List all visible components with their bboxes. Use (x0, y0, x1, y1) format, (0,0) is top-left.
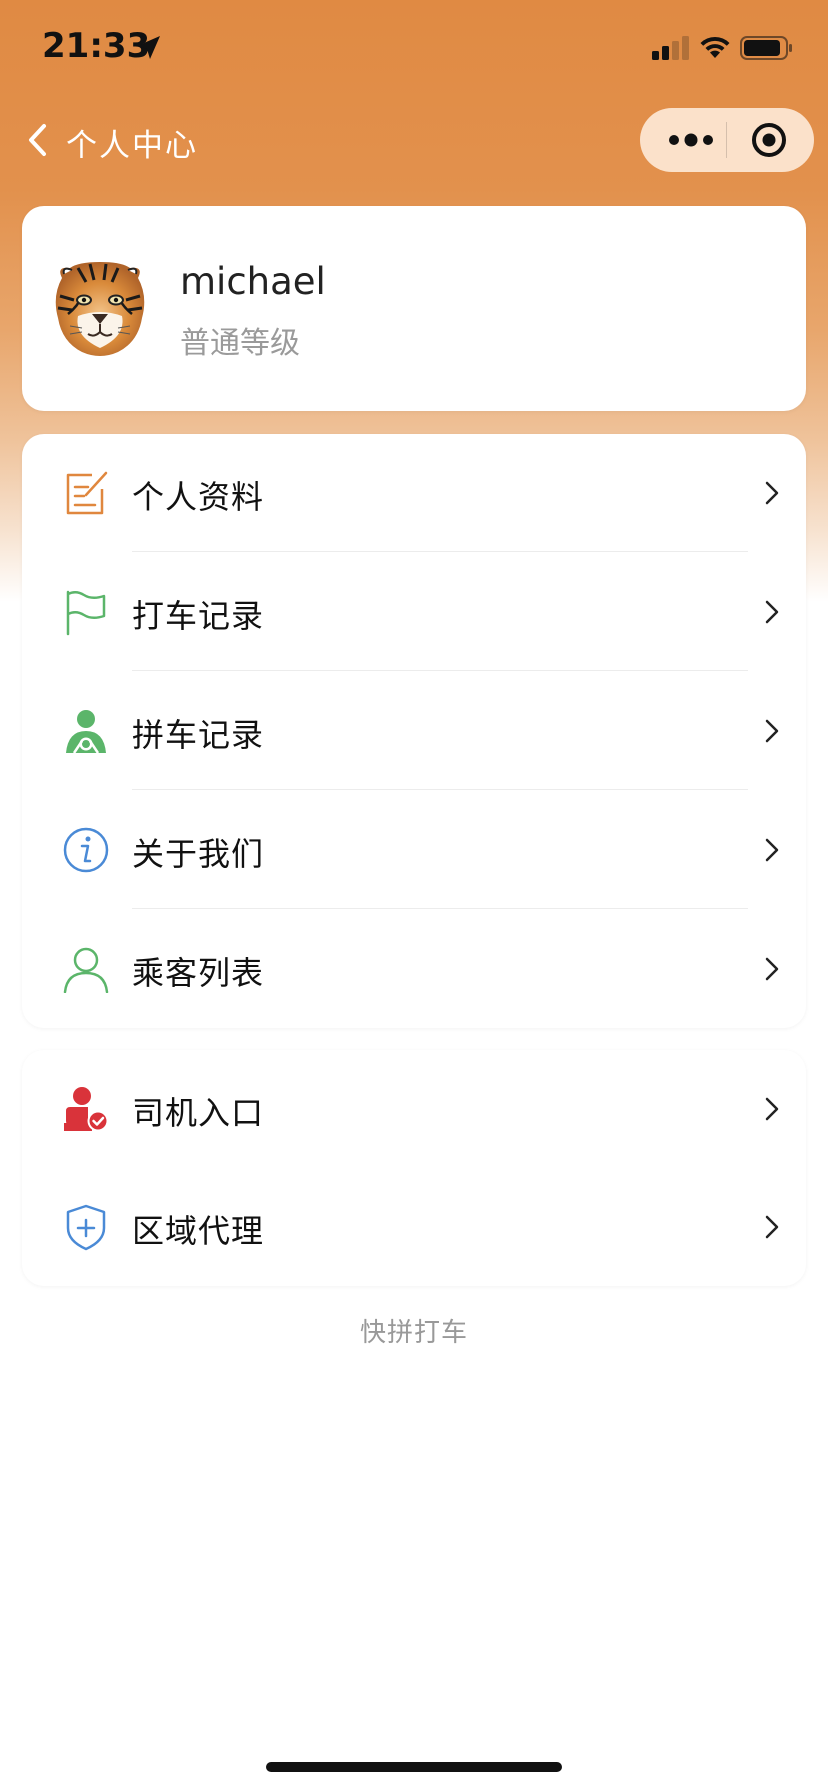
menu-label: 关于我们 (132, 835, 265, 873)
chevron-right-icon (765, 957, 779, 981)
profile-name: michael (180, 260, 326, 303)
menu-label: 司机入口 (132, 1094, 265, 1132)
edit-note-icon (66, 471, 108, 515)
profile-level: 普通等级 (180, 326, 300, 361)
chevron-right-icon (765, 481, 779, 505)
menu-item-carpool-history[interactable]: 拼车记录 (22, 672, 806, 790)
home-indicator[interactable] (266, 1762, 562, 1772)
menu-label: 乘客列表 (132, 954, 265, 992)
menu-item-regional-agent[interactable]: 区域代理 (22, 1168, 806, 1286)
menu-divider (132, 908, 748, 909)
menu-label: 区域代理 (132, 1212, 265, 1250)
flag-icon (66, 590, 106, 636)
menu-item-profile[interactable]: 个人资料 (22, 434, 806, 552)
menu-item-passenger-list[interactable]: 乘客列表 (22, 910, 806, 1028)
carpool-user-icon (66, 710, 106, 754)
shield-plus-icon (66, 1204, 106, 1251)
menu-group-primary: 个人资料 打车记录 拼车记录 关于我们 乘客列表 (22, 434, 806, 1028)
menu-divider (132, 670, 748, 671)
profile-card[interactable]: michael 普通等级 (22, 206, 806, 411)
more-dots-icon[interactable] (666, 128, 716, 152)
menu-divider (132, 551, 748, 552)
location-arrow-icon (137, 36, 160, 59)
footer-brand-text: 快拼打车 (359, 1318, 468, 1348)
chevron-right-icon (765, 1097, 779, 1121)
chevron-right-icon (765, 600, 779, 624)
menu-label: 打车记录 (132, 597, 265, 635)
page-title: 个人中心 (66, 128, 198, 164)
menu-item-about-us[interactable]: 关于我们 (22, 791, 806, 909)
chevron-right-icon (765, 1215, 779, 1239)
wifi-icon (700, 36, 730, 58)
menu-label: 个人资料 (132, 478, 265, 516)
signal-icon (652, 36, 689, 60)
info-circle-icon (63, 827, 109, 873)
chevron-left-icon[interactable] (22, 120, 52, 160)
chevron-right-icon (765, 719, 779, 743)
battery-icon (740, 36, 792, 60)
user-outline-icon (63, 947, 109, 993)
menu-label: 拼车记录 (132, 716, 265, 754)
menu-divider (132, 789, 748, 790)
driver-verified-icon (64, 1087, 109, 1132)
menu-item-driver-entry[interactable]: 司机入口 (22, 1050, 806, 1168)
menu-group-secondary: 司机入口 区域代理 (22, 1050, 806, 1286)
chevron-right-icon (765, 838, 779, 862)
target-close-icon[interactable] (751, 122, 787, 158)
mini-program-capsule (640, 108, 814, 172)
user-center-page: 21:33 个人中心 michael 普通等级 个人资料 打车记录 拼车记录 关… (0, 0, 828, 1792)
menu-item-ride-history[interactable]: 打车记录 (22, 553, 806, 671)
tiger-avatar (55, 262, 145, 356)
capsule-divider (726, 122, 727, 158)
